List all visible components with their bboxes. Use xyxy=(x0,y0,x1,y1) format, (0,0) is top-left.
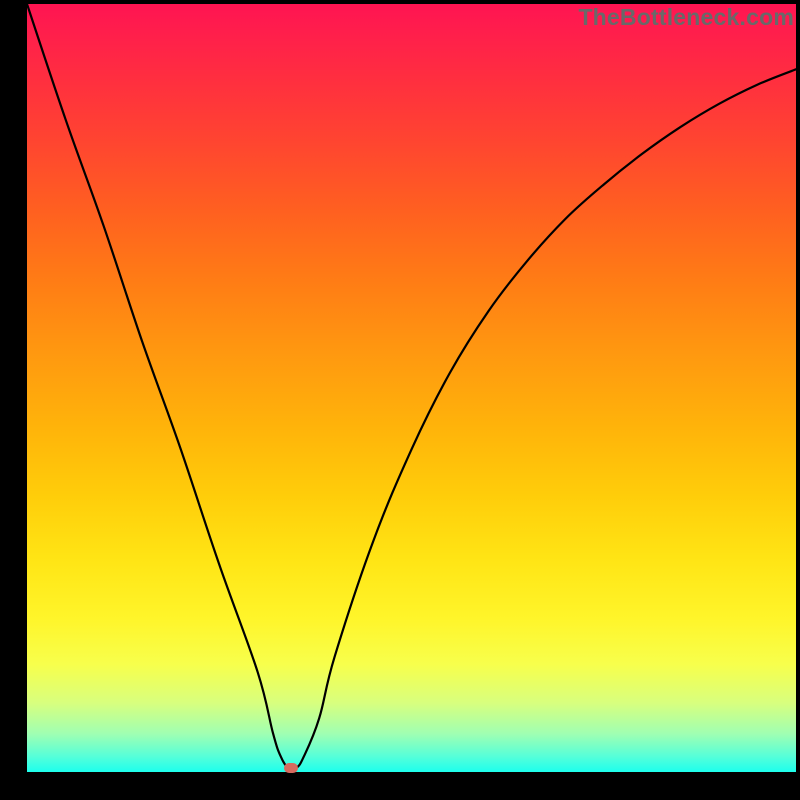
watermark-text: TheBottleneck.com xyxy=(578,4,794,31)
chart-frame: TheBottleneck.com xyxy=(0,0,800,800)
curve-path xyxy=(27,4,796,770)
optimum-marker xyxy=(284,763,298,773)
bottleneck-curve xyxy=(27,4,796,772)
